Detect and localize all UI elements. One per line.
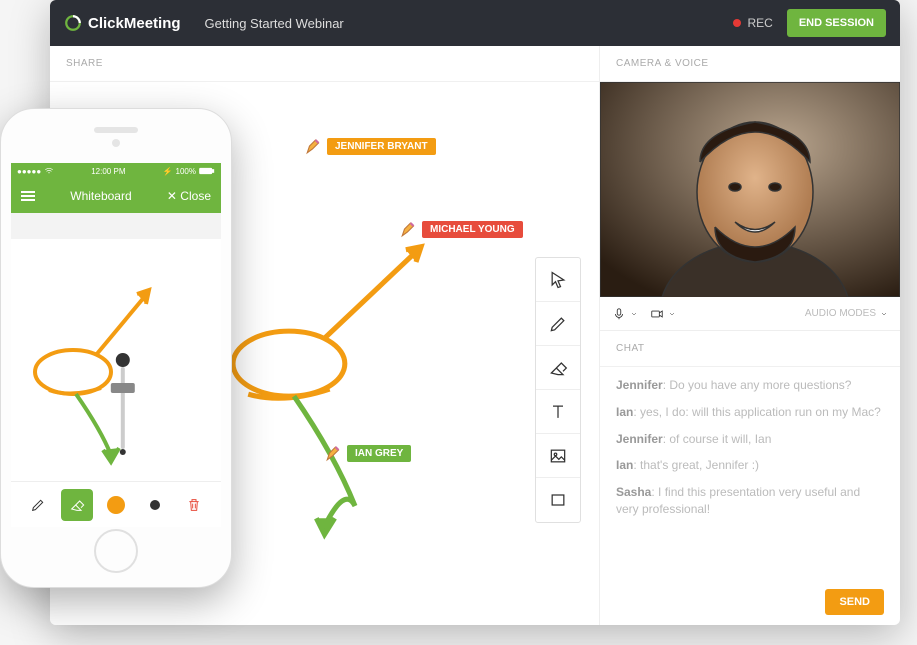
camera-icon (650, 307, 664, 321)
phone-status-bar: ●●●●● 12:00 PM ⚡ 100% (11, 163, 221, 179)
rec-label: REC (747, 16, 772, 30)
participant-name: JENNIFER BRYANT (327, 138, 436, 155)
trash-icon (186, 497, 202, 513)
tool-text[interactable] (536, 390, 580, 434)
brand-name: ClickMeeting (88, 15, 181, 32)
right-pane: CAMERA & VOICE (600, 46, 900, 625)
slider-handle[interactable] (111, 383, 135, 393)
phone-color-black[interactable] (139, 489, 171, 521)
pencil-icon (30, 497, 46, 513)
chevron-down-icon (668, 310, 676, 318)
rectangle-icon (548, 490, 568, 510)
phone-toolbar (11, 481, 221, 527)
recording-indicator[interactable]: REC (733, 16, 772, 30)
chat-message: Sasha: I find this presentation very use… (616, 484, 884, 518)
text-icon (548, 402, 568, 422)
chat-messages[interactable]: Jennifer: Do you have any more questions… (600, 367, 900, 579)
pencil-icon (548, 314, 568, 334)
send-button[interactable]: SEND (825, 589, 884, 615)
topbar: ClickMeeting Getting Started Webinar REC… (50, 0, 900, 46)
phone-title: Whiteboard (35, 189, 167, 203)
phone-tool-pencil[interactable] (22, 489, 54, 521)
phone-header: Whiteboard ✕ Close (11, 179, 221, 213)
phone-screen: ●●●●● 12:00 PM ⚡ 100% Whiteboard ✕ Close (11, 163, 221, 527)
camera-feed (600, 82, 900, 297)
color-swatch-icon (107, 496, 125, 514)
pencil-icon (400, 220, 418, 238)
participant-name: MICHAEL YOUNG (422, 221, 523, 238)
stroke-width-slider[interactable] (106, 349, 140, 459)
eraser-icon (69, 497, 85, 513)
image-icon (548, 446, 568, 466)
chevron-down-icon (630, 310, 638, 318)
end-session-button[interactable]: END SESSION (787, 9, 886, 37)
phone-subheader (11, 213, 221, 239)
camera-header: CAMERA & VOICE (600, 46, 900, 82)
tool-palette (535, 257, 581, 523)
wifi-icon (44, 166, 54, 176)
phone-whiteboard-canvas[interactable] (11, 239, 221, 481)
color-swatch-icon (150, 500, 160, 510)
participant-tag: JENNIFER BRYANT (305, 137, 436, 155)
chat-header: CHAT (600, 331, 900, 367)
chat-area: Jennifer: Do you have any more questions… (600, 367, 900, 625)
phone-tool-eraser[interactable] (61, 489, 93, 521)
chat-message: Ian: yes, I do: will this application ru… (616, 404, 884, 421)
participant-tag: IAN GREY (325, 444, 411, 462)
webinar-title: Getting Started Webinar (205, 16, 344, 31)
camera-controls: AUDIO MODES (600, 297, 900, 331)
pencil-icon (325, 444, 343, 462)
camera-toggle[interactable] (650, 307, 676, 321)
audio-modes-dropdown[interactable]: AUDIO MODES (805, 308, 888, 319)
pencil-icon (305, 137, 323, 155)
phone-tool-delete[interactable] (178, 489, 210, 521)
tool-eraser[interactable] (536, 346, 580, 390)
signal-icon: ●●●●● (17, 167, 41, 176)
participant-tag: MICHAEL YOUNG (400, 220, 523, 238)
menu-button[interactable] (21, 191, 35, 201)
eraser-icon (548, 358, 568, 378)
tool-cursor[interactable] (536, 258, 580, 302)
share-header: SHARE (50, 46, 599, 82)
chevron-down-icon (880, 310, 888, 318)
logo-icon (64, 14, 82, 32)
mic-toggle[interactable] (612, 307, 638, 321)
phone-color-orange[interactable] (100, 489, 132, 521)
chat-message: Jennifer: Do you have any more questions… (616, 377, 884, 394)
battery-label: 100% (176, 167, 196, 176)
close-button[interactable]: ✕ Close (167, 189, 211, 203)
chat-message: Ian: that's great, Jennifer :) (616, 457, 884, 474)
brand-logo: ClickMeeting (64, 14, 181, 32)
mic-icon (612, 307, 626, 321)
participant-name: IAN GREY (347, 445, 411, 462)
rec-dot-icon (733, 19, 741, 27)
tool-rectangle[interactable] (536, 478, 580, 522)
tool-image[interactable] (536, 434, 580, 478)
phone-mockup: ●●●●● 12:00 PM ⚡ 100% Whiteboard ✕ Close (0, 108, 232, 588)
status-time: 12:00 PM (91, 167, 125, 176)
audio-modes-label: AUDIO MODES (805, 308, 876, 319)
cursor-icon (548, 270, 568, 290)
tool-pencil[interactable] (536, 302, 580, 346)
presenter-video (600, 82, 900, 297)
chat-message: Jennifer: of course it will, Ian (616, 431, 884, 448)
battery-icon (199, 167, 215, 175)
bluetooth-icon: ⚡ (163, 167, 173, 176)
